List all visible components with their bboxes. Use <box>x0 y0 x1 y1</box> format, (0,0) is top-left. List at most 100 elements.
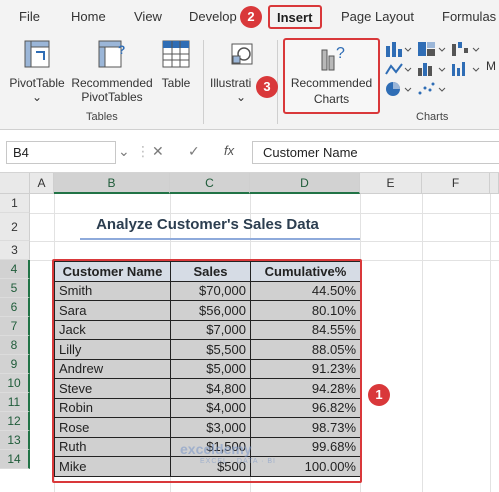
menu-file[interactable]: File <box>19 9 40 24</box>
statistic-chart-icon[interactable] <box>416 60 446 78</box>
menu-insert-label: Insert <box>277 10 313 25</box>
hierarchy-chart-icon[interactable] <box>416 40 446 58</box>
name-box[interactable]: B4 <box>6 141 116 164</box>
recommended-pivottables-button[interactable]: ? Recommended PivotTables <box>70 38 154 108</box>
pie-chart-icon[interactable] <box>384 80 412 98</box>
cell[interactable]: $5,000 <box>170 358 251 379</box>
table-button[interactable]: Table <box>156 38 196 108</box>
step-badge-3: 3 <box>256 76 278 98</box>
sheet-title: Analyze Customer's Sales Data <box>96 216 319 233</box>
cell[interactable]: $4,000 <box>170 397 251 418</box>
cell[interactable]: Robin <box>54 397 171 418</box>
row-header[interactable]: 9 <box>0 355 30 374</box>
cell[interactable]: Smith <box>54 280 171 301</box>
watermark-tagline: EXCEL · DATA · BI <box>200 458 276 465</box>
cell[interactable]: 84.55% <box>250 319 361 340</box>
cancel-icon[interactable]: ✕ <box>152 143 164 160</box>
cell[interactable]: 91.23% <box>250 358 361 379</box>
cell[interactable]: $3,000 <box>170 417 251 438</box>
row-header[interactable]: 5 <box>0 279 30 298</box>
cell[interactable]: $7,000 <box>170 319 251 340</box>
cell[interactable]: $4,800 <box>170 378 251 399</box>
row-header[interactable]: 7 <box>0 317 30 336</box>
chevron-down-icon: ⌄ <box>31 90 43 104</box>
cell[interactable]: Jack <box>54 319 171 340</box>
insert-function-icon[interactable]: fx <box>224 143 234 158</box>
maps-icon[interactable]: M <box>486 40 499 80</box>
row-header[interactable]: 3 <box>0 241 30 260</box>
illustrations-label: Illustrati <box>210 76 252 90</box>
step-badge-2: 2 <box>240 6 262 28</box>
row-header[interactable]: 13 <box>0 431 30 450</box>
cell[interactable]: 96.82% <box>250 397 361 418</box>
menu-insert[interactable]: Insert <box>268 5 322 29</box>
menu-developer[interactable]: Develop <box>189 9 237 24</box>
cell[interactable]: Steve <box>54 378 171 399</box>
recommended-pivottables-label-2: PivotTables <box>81 90 143 104</box>
menu-view[interactable]: View <box>134 9 162 24</box>
column-chart-icon[interactable] <box>384 40 412 58</box>
waterfall-chart-icon[interactable] <box>450 40 480 58</box>
cell[interactable]: $5,500 <box>170 339 251 360</box>
column-header[interactable]: E <box>360 173 422 194</box>
cell[interactable]: Ruth <box>54 436 171 457</box>
formula-input[interactable]: Customer Name <box>252 141 499 164</box>
surface-chart-icon[interactable] <box>450 60 480 78</box>
cell[interactable]: 80.10% <box>250 300 361 321</box>
enter-icon[interactable]: ✓ <box>188 143 200 160</box>
cell[interactable]: Sara <box>54 300 171 321</box>
row-header[interactable]: 4 <box>0 260 30 279</box>
row-header[interactable]: 6 <box>0 298 30 317</box>
table-label: Table <box>161 76 191 90</box>
select-all-corner[interactable] <box>0 173 30 194</box>
menu-page-layout[interactable]: Page Layout <box>341 9 414 24</box>
row-header[interactable]: 1 <box>0 194 30 213</box>
gridline <box>30 213 499 214</box>
menu-home[interactable]: Home <box>71 9 106 24</box>
table-row: Rose $3,000 98.73% <box>54 417 361 438</box>
table-row: Steve $4,800 94.28% <box>54 378 361 399</box>
cell[interactable]: Rose <box>54 417 171 438</box>
row-header[interactable]: 8 <box>0 336 30 355</box>
line-chart-icon[interactable] <box>384 60 412 78</box>
cell[interactable]: $56,000 <box>170 300 251 321</box>
recommended-charts-label-1: Recommended <box>290 76 373 90</box>
cell[interactable]: Mike <box>54 456 171 477</box>
cell[interactable]: $70,000 <box>170 280 251 301</box>
column-header[interactable]: A <box>30 173 54 194</box>
header-customer-name[interactable]: Customer Name <box>54 261 171 282</box>
table-header-row: Customer Name Sales Cumulative% <box>54 261 361 282</box>
row-header[interactable]: 14 <box>0 450 30 469</box>
group-label-tables: Tables <box>86 111 118 123</box>
row-header[interactable]: 2 <box>0 213 30 241</box>
column-header[interactable]: F <box>422 173 490 194</box>
column-header[interactable]: B <box>54 173 170 194</box>
row-header[interactable]: 11 <box>0 393 30 412</box>
group-label-charts: Charts <box>416 111 449 123</box>
menu-formulas[interactable]: Formulas <box>442 9 496 24</box>
header-cumulative[interactable]: Cumulative% <box>250 261 361 282</box>
row-header[interactable]: 12 <box>0 412 30 431</box>
table-row: Sara $56,000 80.10% <box>54 300 361 321</box>
scatter-chart-icon[interactable] <box>416 80 446 98</box>
cell[interactable]: 44.50% <box>250 280 361 301</box>
row-header[interactable]: 10 <box>0 374 30 393</box>
cell[interactable]: 88.05% <box>250 339 361 360</box>
cell[interactable]: Lilly <box>54 339 171 360</box>
illustrations-button[interactable]: Illustrati ⌄ <box>210 38 272 108</box>
svg-text:?: ? <box>336 45 345 62</box>
table-row: Lilly $5,500 88.05% <box>54 339 361 360</box>
cell[interactable]: 94.28% <box>250 378 361 399</box>
pivottable-button[interactable]: PivotTable ⌄ <box>6 38 68 108</box>
recommended-pivottables-label-1: Recommended <box>71 76 153 90</box>
column-header[interactable] <box>490 173 499 194</box>
cell[interactable]: 98.73% <box>250 417 361 438</box>
name-box-dropdown-icon[interactable]: ⌄ <box>118 143 130 160</box>
column-header[interactable]: C <box>170 173 250 194</box>
cell[interactable]: 99.68% <box>250 436 361 457</box>
column-header[interactable]: D <box>250 173 360 194</box>
header-sales[interactable]: Sales <box>170 261 251 282</box>
cell[interactable]: Andrew <box>54 358 171 379</box>
recommended-charts-label-2: Charts <box>313 92 350 106</box>
recommended-charts-button[interactable]: ? Recommended Charts <box>283 38 380 114</box>
